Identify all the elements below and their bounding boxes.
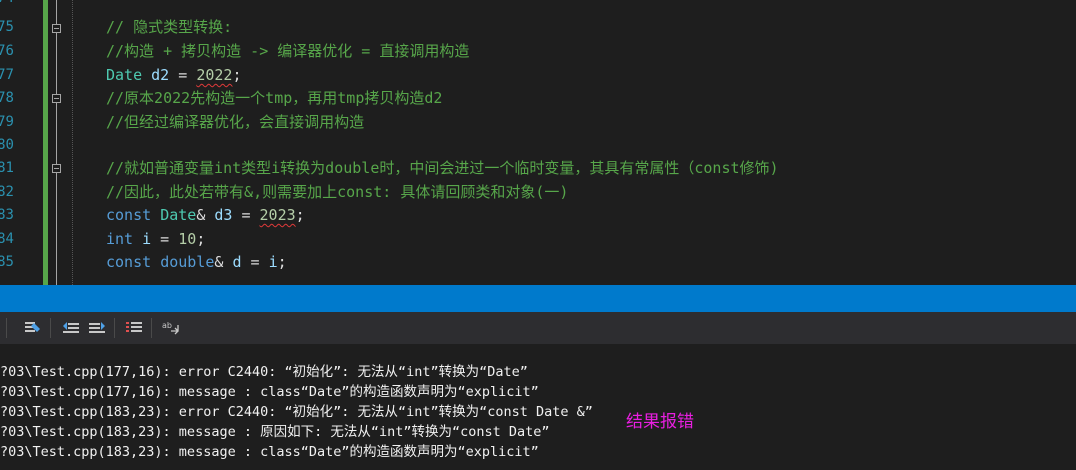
operator: = — [151, 230, 179, 248]
indent-guide — [72, 0, 73, 285]
line-number: 182 — [0, 184, 14, 200]
variable-name: d3 — [214, 206, 233, 224]
code-line-comment: //但经过编译器优化，会直接调用构造 — [106, 113, 365, 131]
type-name: Date — [106, 66, 143, 84]
line-number: 179 — [0, 114, 14, 130]
change-indicator-bar — [43, 0, 48, 285]
output-line: ?03\Test.cpp(177,16): message : class“Da… — [0, 384, 539, 400]
toolbar-separator — [114, 318, 115, 338]
line-number: 177 — [0, 67, 14, 83]
keyword: double — [160, 253, 215, 271]
code-line-comment: //构造 + 拷贝构造 -> 编译器优化 = 直接调用构造 — [106, 42, 470, 60]
output-panel: ab ?03\Test.cpp(177,16): error C2440: “初… — [0, 312, 1076, 470]
line-number: 180 — [0, 137, 14, 153]
output-toolbar: ab — [0, 312, 1076, 344]
semicolon: ; — [196, 230, 206, 248]
ampersand: & — [196, 206, 215, 224]
line-number: 176 — [0, 43, 14, 59]
semicolon: ; — [277, 253, 287, 271]
code-line: const double& d = i; — [106, 251, 287, 275]
code-line: int i = 10; — [106, 228, 205, 252]
line-number: 178 — [0, 90, 14, 106]
toggle-word-wrap-icon[interactable] — [123, 318, 145, 338]
fold-guide-line — [56, 33, 57, 94]
semicolon: ; — [295, 206, 305, 224]
line-number-gutter: 174 175 176 177 178 179 180 181 182 183 … — [0, 0, 45, 285]
line-number: 184 — [0, 231, 14, 247]
keyword: int — [106, 230, 134, 248]
number-literal: 10 — [178, 230, 197, 248]
panel-splitter-bar[interactable] — [0, 285, 1076, 312]
output-line: ?03\Test.cpp(183,23): message : 原因如下: 无法… — [0, 424, 550, 440]
variable-name: i — [268, 253, 278, 271]
code-line: Date d2 = 2022; — [106, 64, 241, 88]
output-format-icon[interactable]: ab — [160, 318, 182, 338]
variable-name: i — [142, 230, 152, 248]
line-number: 174 — [0, 0, 14, 11]
fold-guide-line — [56, 0, 57, 24]
semicolon: ; — [232, 66, 242, 84]
code-editor[interactable]: 174 175 176 177 178 179 180 181 182 183 … — [0, 0, 1076, 285]
line-number: 181 — [0, 160, 14, 176]
toolbar-separator — [151, 318, 152, 338]
toolbar-separator — [6, 318, 7, 338]
collapse-icon[interactable] — [52, 164, 61, 173]
number-literal-error: 2022 — [196, 66, 233, 84]
variable-name: d2 — [151, 66, 170, 84]
collapse-icon[interactable] — [52, 24, 61, 33]
number-literal-error: 2023 — [259, 206, 296, 224]
line-number: 185 — [0, 254, 14, 270]
output-line: ?03\Test.cpp(177,16): error C2440: “初始化”… — [0, 364, 528, 380]
type-name: Date — [160, 206, 197, 224]
toolbar-separator — [50, 318, 51, 338]
code-line: const Date& d3 = 2023; — [106, 204, 305, 228]
operator: = — [241, 253, 269, 271]
fold-guide-line — [56, 103, 57, 164]
fold-guide-line — [56, 173, 57, 285]
collapse-icon[interactable] — [52, 94, 61, 103]
keyword: const — [106, 253, 152, 271]
go-previous-icon[interactable] — [60, 318, 82, 338]
output-line: ?03\Test.cpp(183,23): error C2440: “初始化”… — [0, 404, 593, 420]
operator: = — [169, 66, 197, 84]
go-next-icon[interactable] — [86, 318, 108, 338]
code-line-comment: // 隐式类型转换: — [106, 18, 233, 36]
output-line: ?03\Test.cpp(183,23): message : class“Da… — [0, 444, 539, 460]
line-number: 183 — [0, 207, 14, 223]
code-line-comment: //原本2022先构造一个tmp，再用tmp拷贝构造d2 — [106, 89, 443, 107]
clear-all-icon[interactable] — [22, 318, 44, 338]
code-line-comment: //就如普通变量int类型i转换为double时，中间会进过一个临时变量，其具有… — [106, 159, 779, 177]
result-annotation: 结果报错 — [626, 412, 694, 432]
svg-text:ab: ab — [162, 321, 172, 330]
code-line-comment: //因此，此处若带有&,则需要加上const: 具体请回顾类和对象(一) — [106, 183, 569, 201]
keyword: const — [106, 206, 152, 224]
ampersand: & — [214, 253, 233, 271]
operator: = — [232, 206, 260, 224]
line-number: 175 — [0, 19, 14, 35]
